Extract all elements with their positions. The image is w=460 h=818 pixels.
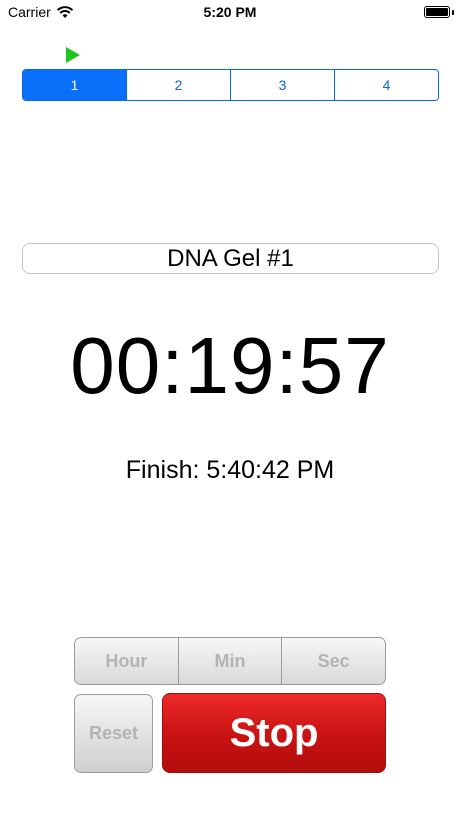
time-adjust-group: Hour Min Sec bbox=[74, 637, 386, 685]
status-time: 5:20 PM bbox=[203, 4, 257, 20]
timer-name-field[interactable] bbox=[22, 243, 439, 274]
sec-button[interactable]: Sec bbox=[281, 638, 385, 684]
timer-selector: 1 2 3 4 bbox=[22, 69, 439, 101]
reset-button[interactable]: Reset bbox=[74, 694, 153, 773]
timer-tab-3[interactable]: 3 bbox=[230, 70, 334, 100]
min-button[interactable]: Min bbox=[177, 638, 282, 684]
timer-tab-2[interactable]: 2 bbox=[126, 70, 230, 100]
battery-icon bbox=[424, 6, 450, 18]
status-bar: Carrier 5:20 PM bbox=[0, 0, 460, 26]
timer-tab-1[interactable]: 1 bbox=[23, 70, 126, 100]
stop-button[interactable]: Stop bbox=[162, 693, 386, 773]
battery-cap bbox=[452, 10, 454, 15]
screen: Carrier 5:20 PM 1 2 3 4 00:19:57 Finish:… bbox=[0, 0, 460, 818]
countdown-display: 00:19:57 bbox=[70, 321, 390, 410]
timer-tab-4[interactable]: 4 bbox=[334, 70, 438, 100]
play-icon bbox=[66, 47, 80, 63]
hour-button[interactable]: Hour bbox=[75, 638, 178, 684]
finish-time-label: Finish: 5:40:42 PM bbox=[125, 456, 335, 484]
